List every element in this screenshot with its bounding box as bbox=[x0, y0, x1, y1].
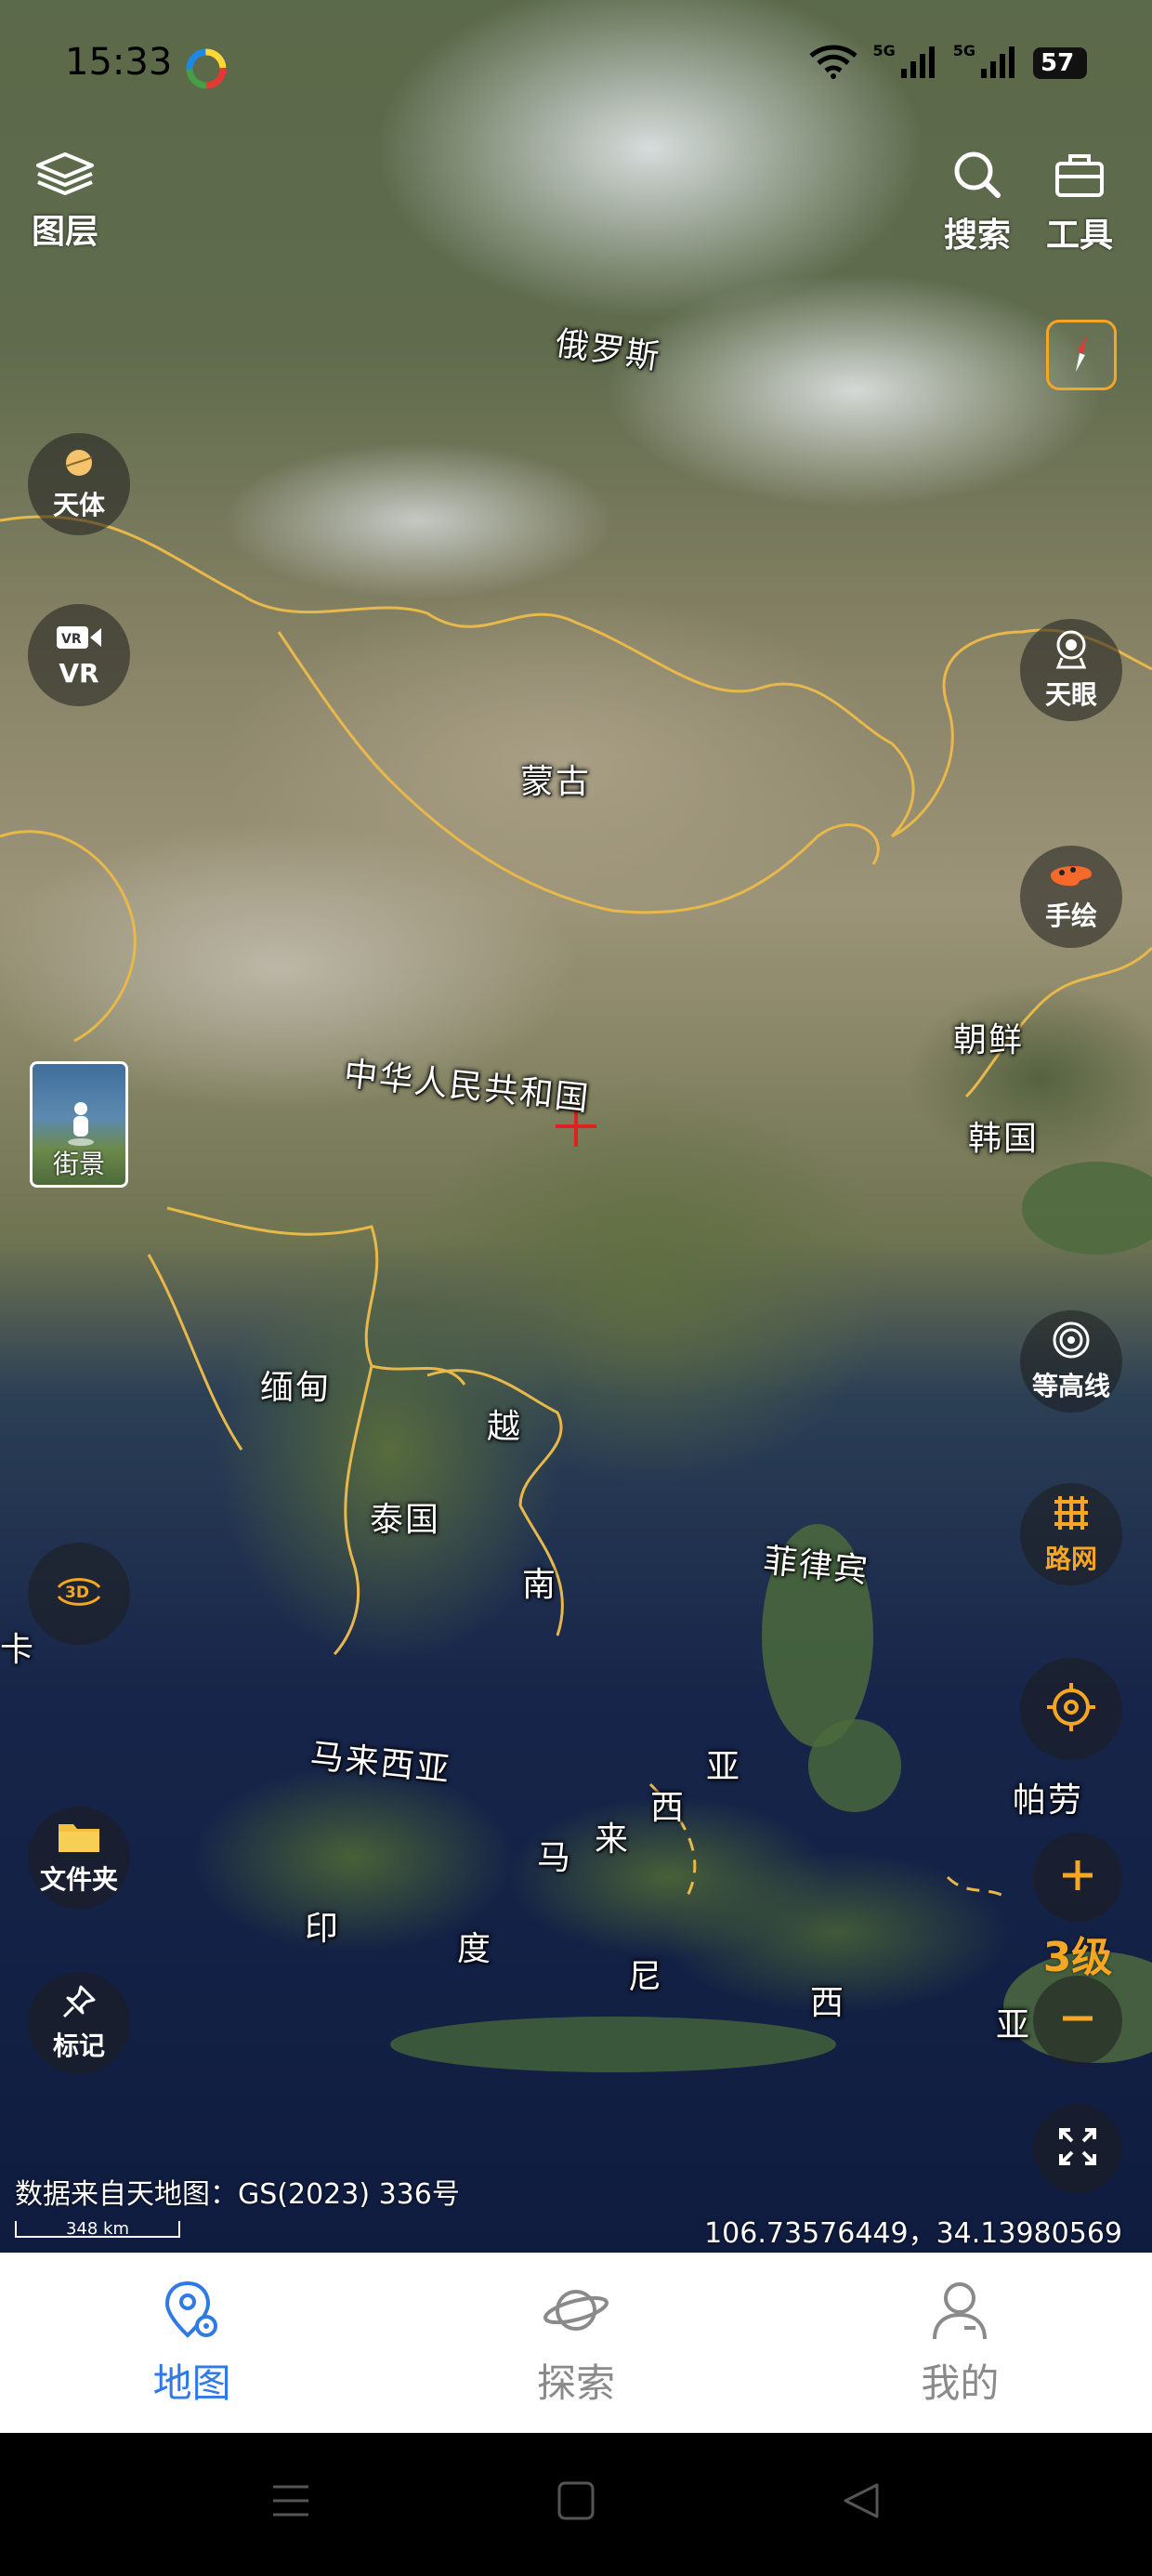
signal-icon-1 bbox=[899, 43, 940, 84]
3d-rotate-icon: 3D bbox=[51, 1569, 107, 1619]
battery-icon: 57 bbox=[1033, 47, 1087, 79]
locate-target-icon bbox=[1043, 1679, 1099, 1739]
map-attribution: 数据来自天地图：GS(2023) 336号 bbox=[15, 2178, 460, 2211]
label-malaysia-east-2: 来 bbox=[595, 1820, 631, 1859]
home-icon[interactable] bbox=[556, 2479, 596, 2526]
celestial-label: 天体 bbox=[52, 490, 105, 520]
search-button[interactable]: 搜索 bbox=[944, 149, 1011, 256]
tools-label: 工具 bbox=[1046, 217, 1114, 255]
celestial-button[interactable]: 天体 bbox=[28, 433, 130, 535]
label-myanmar: 缅甸 bbox=[260, 1369, 332, 1407]
street-view-button[interactable]: 街景 bbox=[30, 1061, 128, 1188]
search-icon bbox=[949, 149, 1005, 204]
satellite-map[interactable]: 俄罗斯 蒙古 中华人民共和国 朝鲜 韩国 缅甸 越 南 泰国 菲律宾 马来西亚 … bbox=[0, 0, 1152, 2253]
label-palau: 帕劳 bbox=[1013, 1781, 1084, 1820]
status-icons: 5G 5G 57 bbox=[807, 41, 1087, 84]
status-bar: 15:33 5G 5G 57 bbox=[0, 0, 1152, 130]
plus-icon bbox=[1059, 1857, 1096, 1898]
label-indonesia-1: 印 bbox=[305, 1910, 341, 1948]
street-view-label: 街景 bbox=[52, 1149, 105, 1179]
tab-mine[interactable]: 我的 bbox=[768, 2253, 1152, 2433]
tools-button[interactable]: 工具 bbox=[1046, 149, 1113, 256]
folder-button[interactable]: 文件夹 bbox=[28, 1807, 130, 1909]
compass-button[interactable] bbox=[1046, 320, 1117, 390]
planet-icon bbox=[60, 446, 98, 483]
layers-label: 图层 bbox=[32, 213, 99, 251]
user-icon bbox=[927, 2278, 992, 2346]
minus-icon bbox=[1059, 2000, 1096, 2041]
zoom-level-indicator: 3级 bbox=[1042, 1934, 1113, 1981]
locate-button[interactable] bbox=[1020, 1658, 1122, 1760]
wifi-icon bbox=[807, 43, 859, 84]
tab-explore[interactable]: 探索 bbox=[384, 2253, 767, 2433]
fullscreen-button[interactable] bbox=[1033, 2104, 1122, 2193]
label-thailand: 泰国 bbox=[370, 1501, 441, 1539]
planet-ring-icon bbox=[541, 2278, 611, 2346]
label-indonesia-4: 西 bbox=[810, 1984, 846, 2022]
label-north-korea: 朝鲜 bbox=[953, 1021, 1025, 1059]
tab-mine-label: 我的 bbox=[921, 2359, 1000, 2406]
label-mongolia: 蒙古 bbox=[520, 763, 592, 801]
label-south-korea: 韩国 bbox=[968, 1120, 1040, 1158]
label-malaysia-east-4: 亚 bbox=[706, 1748, 742, 1786]
signal-icon-2 bbox=[979, 43, 1020, 84]
scale-label: 348 km bbox=[65, 2219, 130, 2239]
road-network-button[interactable]: 路网 bbox=[1020, 1483, 1122, 1585]
contour-label: 等高线 bbox=[1031, 1371, 1110, 1401]
label-indonesia-5: 亚 bbox=[996, 2006, 1032, 2044]
center-coordinates: 106.73576449，34.13980569 bbox=[704, 2217, 1122, 2250]
app-root: 俄罗斯 蒙古 中华人民共和国 朝鲜 韩国 缅甸 越 南 泰国 菲律宾 马来西亚 … bbox=[0, 0, 1152, 2576]
search-label: 搜索 bbox=[944, 217, 1012, 255]
compass-icon bbox=[1063, 331, 1100, 379]
system-navigation-bar bbox=[0, 2433, 1152, 2576]
sky-eye-label: 天眼 bbox=[1044, 679, 1097, 710]
label-indonesia-3: 尼 bbox=[628, 1958, 664, 1996]
network-label-1: 5G bbox=[872, 41, 896, 59]
mark-button[interactable]: 标记 bbox=[28, 1972, 130, 2074]
palette-icon bbox=[1047, 861, 1095, 894]
map-pin-icon bbox=[160, 2278, 225, 2346]
svg-text:3D: 3D bbox=[65, 1584, 89, 1602]
contour-icon bbox=[1051, 1320, 1092, 1364]
layers-icon bbox=[33, 151, 98, 201]
bottom-nav: 地图 探索 我的 bbox=[0, 2253, 1152, 2433]
road-network-label: 路网 bbox=[1044, 1544, 1097, 1574]
fullscreen-icon bbox=[1057, 2126, 1098, 2171]
pin-icon bbox=[60, 1983, 98, 2024]
network-label-2: 5G bbox=[952, 41, 975, 59]
tab-explore-label: 探索 bbox=[536, 2359, 615, 2406]
layers-button[interactable]: 图层 bbox=[32, 151, 98, 253]
toolbox-icon bbox=[1052, 149, 1107, 204]
vr-camera-icon: VR bbox=[55, 623, 103, 656]
svg-text:VR: VR bbox=[61, 632, 82, 647]
back-icon[interactable] bbox=[840, 2479, 883, 2526]
vr-label: VR bbox=[59, 657, 99, 689]
label-vietnam-2: 南 bbox=[522, 1566, 558, 1604]
zoom-out-button[interactable] bbox=[1033, 1976, 1122, 2065]
label-srilanka-fragment: 卡 bbox=[0, 1631, 36, 1669]
tab-map[interactable]: 地图 bbox=[0, 2253, 384, 2433]
folder-label: 文件夹 bbox=[39, 1864, 118, 1895]
label-malaysia-east-3: 西 bbox=[650, 1789, 687, 1827]
3d-button[interactable]: 3D bbox=[28, 1543, 130, 1645]
label-vietnam-1: 越 bbox=[487, 1408, 523, 1446]
app-notification-icon bbox=[186, 48, 227, 93]
hand-draw-button[interactable]: 手绘 bbox=[1020, 846, 1122, 948]
contour-button[interactable]: 等高线 bbox=[1020, 1310, 1122, 1413]
tab-map-label: 地图 bbox=[152, 2359, 231, 2406]
menu-icon[interactable] bbox=[269, 2479, 312, 2526]
hand-draw-label: 手绘 bbox=[1044, 900, 1097, 931]
status-time: 15:33 bbox=[65, 41, 173, 84]
grid-icon bbox=[1051, 1492, 1092, 1537]
label-indonesia-2: 度 bbox=[457, 1930, 493, 1968]
camera-eye-icon bbox=[1051, 628, 1092, 673]
folder-icon bbox=[57, 1819, 101, 1858]
label-malaysia-east-1: 马 bbox=[537, 1839, 573, 1877]
vr-button[interactable]: VR VR bbox=[28, 604, 130, 706]
sky-eye-button[interactable]: 天眼 bbox=[1020, 619, 1122, 721]
zoom-in-button[interactable] bbox=[1033, 1833, 1122, 1922]
mark-label: 标记 bbox=[52, 2031, 105, 2061]
